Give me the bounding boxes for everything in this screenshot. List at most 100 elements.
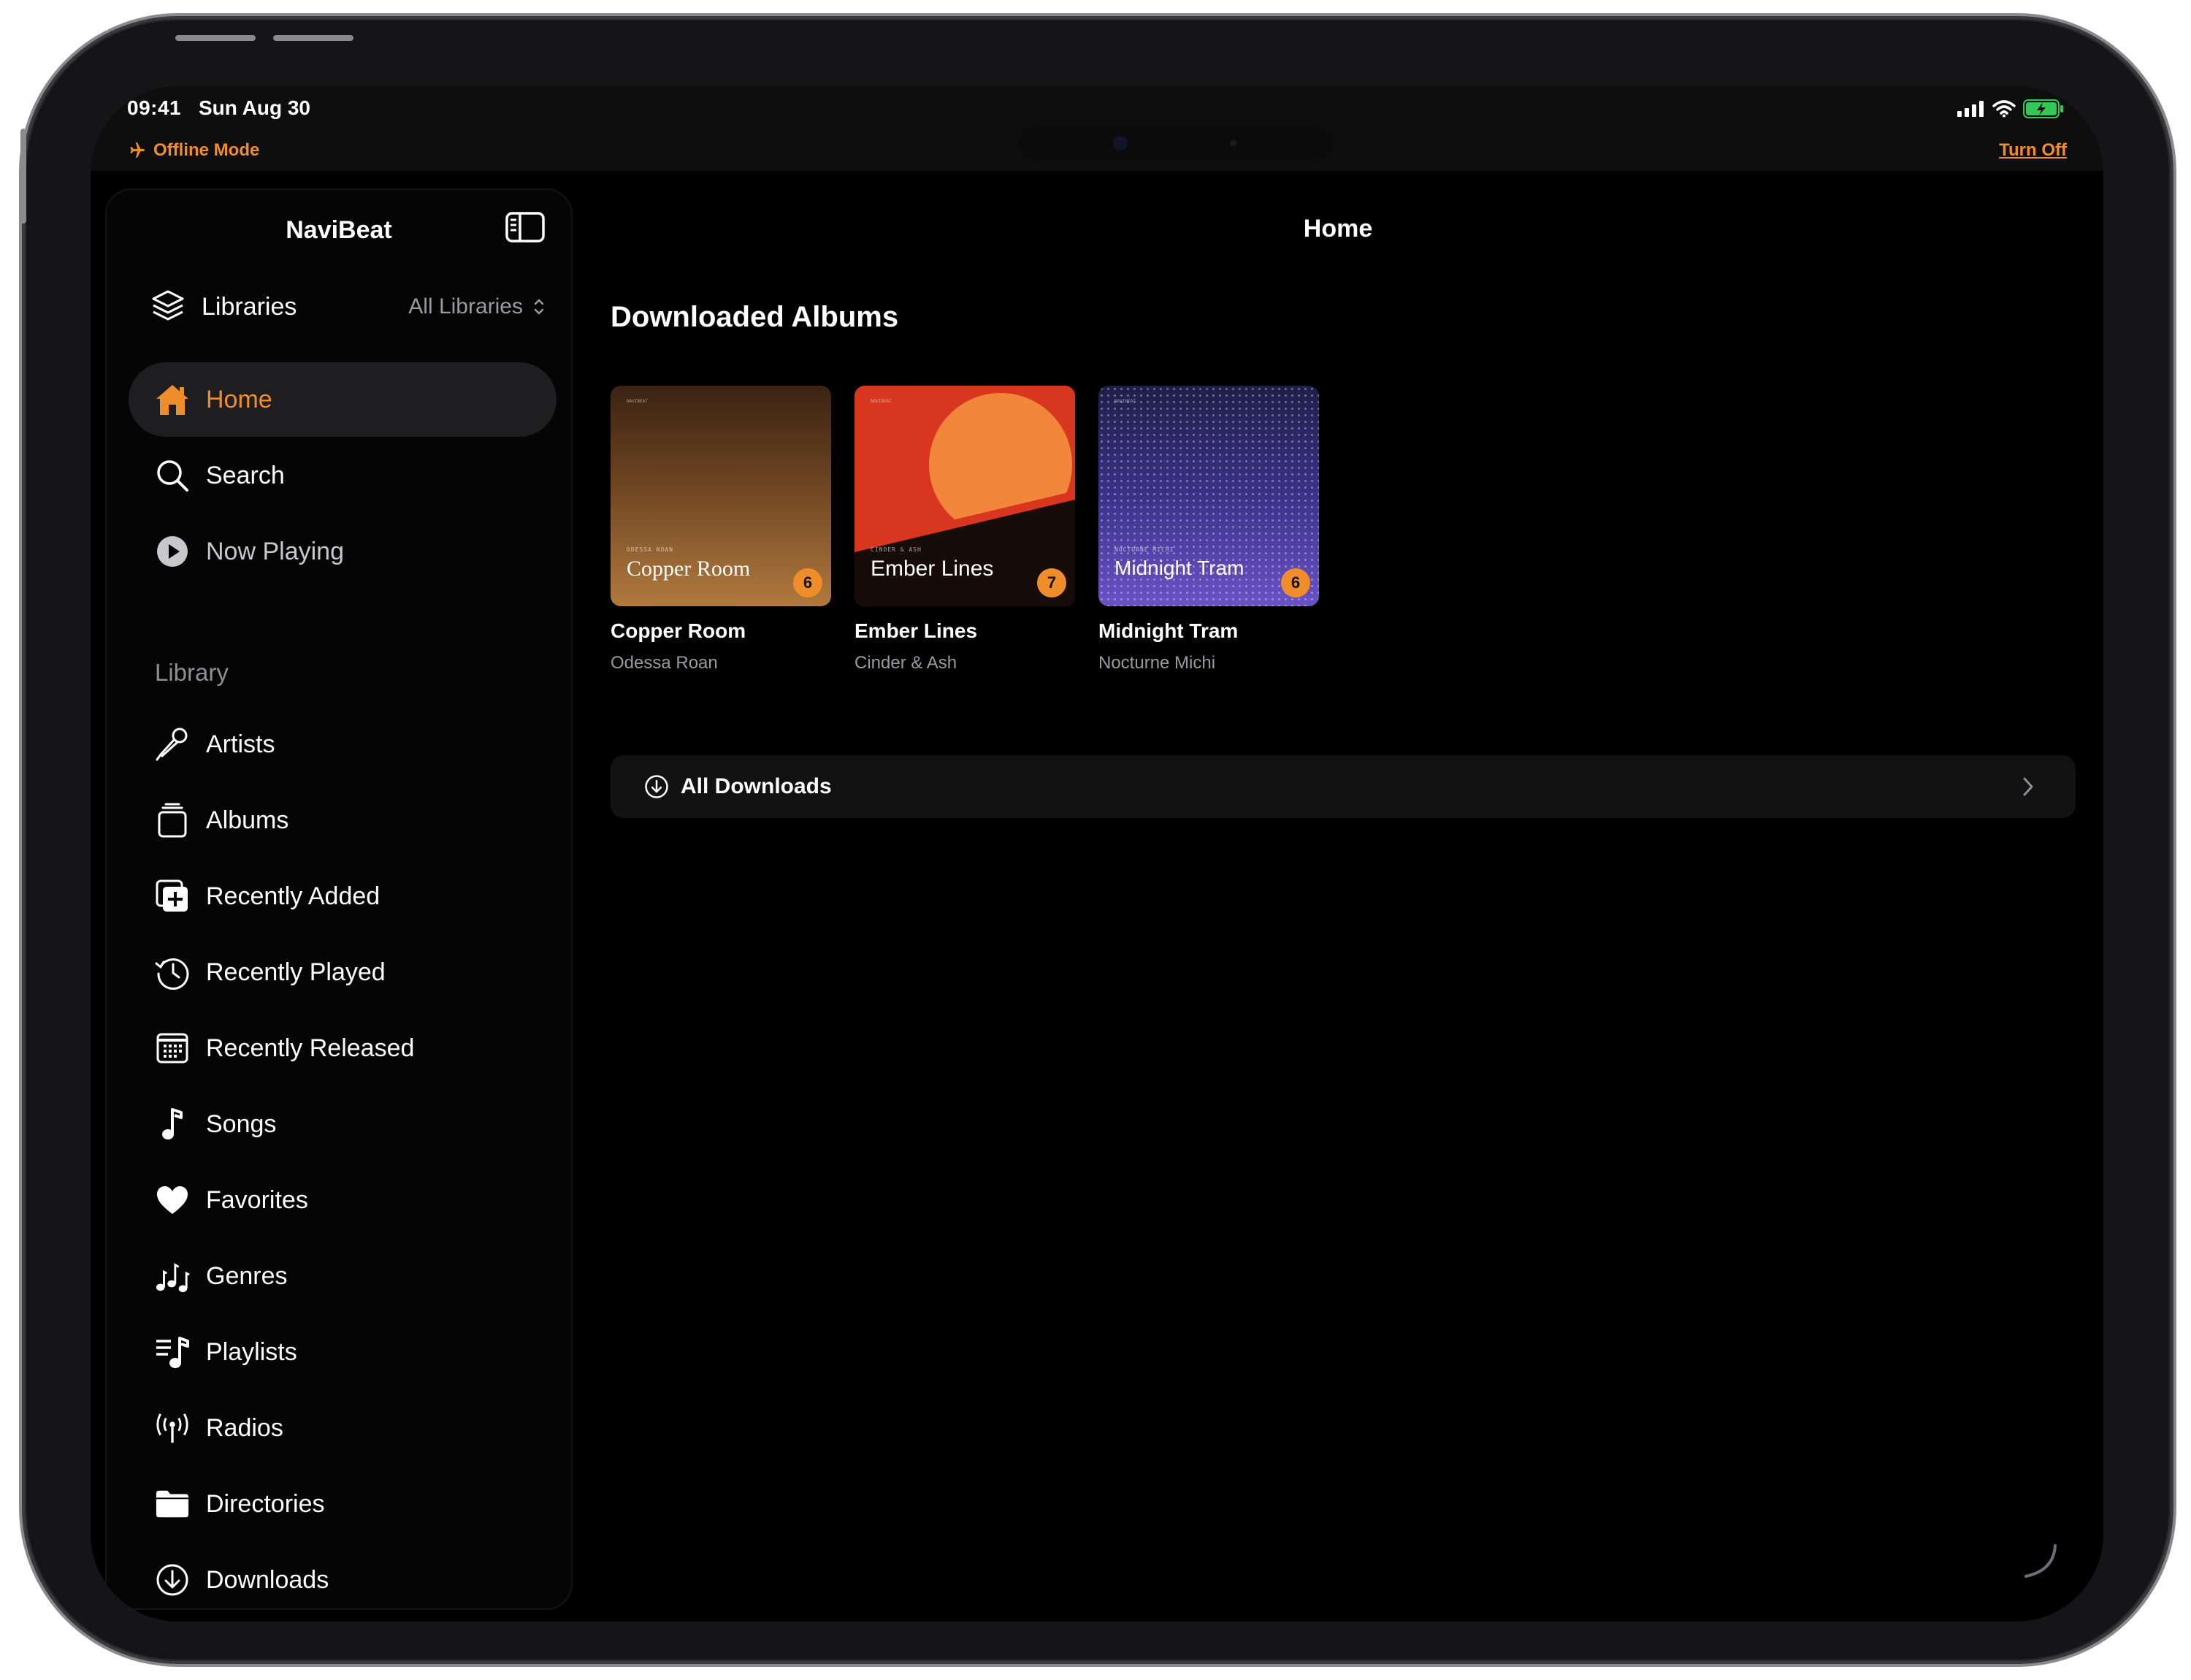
status-icons: [1957, 99, 2064, 118]
sidebar-item-label: Directories: [206, 1489, 325, 1518]
battery-charging-icon: [2023, 99, 2063, 118]
libraries-selected: All Libraries: [408, 294, 523, 318]
antenna-radio-icon: [155, 1410, 190, 1446]
downloaded-albums-header: Downloaded Albums: [611, 301, 899, 333]
album-title: Copper Room: [611, 619, 746, 642]
sidebar-item-label: Now Playing: [206, 537, 344, 565]
resize-corner-indicator: [2024, 1544, 2057, 1578]
album-artist: Nocturne Michi: [1098, 653, 1216, 673]
sidebar-item-albums[interactable]: Albums: [129, 783, 557, 858]
download-circle-icon: [155, 1562, 190, 1597]
cover-mark: NAVIBEAT: [871, 399, 892, 404]
album-title: Ember Lines: [854, 619, 978, 642]
album-artist: Cinder & Ash: [854, 653, 957, 673]
sidebar-item-label: Home: [206, 385, 272, 413]
sidebar-item-downloads[interactable]: Downloads: [129, 1543, 557, 1617]
sidebar-item-label: Songs: [206, 1110, 277, 1138]
sidebar-item-radios[interactable]: Radios: [129, 1391, 557, 1465]
chevron-right-icon: [2023, 777, 2033, 796]
download-circle-icon: [645, 775, 668, 798]
sidebar-item-label: Favorites: [206, 1185, 308, 1214]
cover-artist: CINDER & ASH: [871, 546, 922, 553]
sidebar-item-directories[interactable]: Directories: [129, 1467, 557, 1541]
camera-lens: [1113, 136, 1128, 150]
album-cover: NAVIBEAT ODESSA ROAN Copper Room 6: [611, 386, 831, 606]
album-artist: Odessa Roan: [611, 653, 718, 673]
sidebar-item-songs[interactable]: Songs: [129, 1087, 557, 1161]
sidebar-item-label: Albums: [206, 806, 289, 834]
music-notes-icon: [155, 1259, 190, 1294]
album-card[interactable]: NAVIBEAT CINDER & ASH Ember Lines 7 Embe…: [854, 386, 1075, 673]
plus-square-stack-icon: [155, 879, 190, 914]
volume-button: [273, 35, 353, 41]
album-title: Midnight Tram: [1098, 619, 1239, 642]
house-icon: [155, 382, 190, 417]
all-downloads-label: All Downloads: [681, 774, 832, 798]
wifi-icon: [1992, 100, 2016, 118]
album-cover: NAVIBEAT CINDER & ASH Ember Lines 7: [854, 386, 1075, 606]
sidebar-item-home[interactable]: Home: [129, 362, 557, 437]
album-card[interactable]: NAVIBEAT ODESSA ROAN Copper Room 6 Coppe…: [611, 386, 831, 673]
sidebar-item-label: Downloads: [206, 1565, 329, 1594]
heart-icon: [155, 1183, 190, 1218]
screen: 09:41 Sun Aug 30 Offline Mode Turn Off N…: [91, 86, 2103, 1622]
music-note-icon: [155, 1107, 190, 1142]
offline-mode-label: Offline Mode: [153, 140, 260, 160]
sidebar-item-playlists[interactable]: Playlists: [129, 1315, 557, 1389]
chevron-up-down-icon: [534, 299, 544, 315]
cover-artist: NOCTURNE MICHI: [1114, 546, 1174, 553]
libraries-selector[interactable]: Libraries All Libraries: [150, 285, 545, 329]
status-date: Sun Aug 30: [199, 96, 310, 119]
sidebar-item-genres[interactable]: Genres: [129, 1239, 557, 1313]
track-count-badge: 6: [793, 568, 822, 597]
app-title: NaviBeat: [286, 216, 392, 244]
sidebar: NaviBeat Libraries All Libraries Home Se…: [105, 188, 573, 1610]
cover-mark: NAVIBEAT: [627, 399, 648, 404]
sidebar-toggle-icon[interactable]: [505, 212, 545, 243]
history-clock-icon: [155, 955, 190, 990]
status-time: 09:41: [127, 96, 182, 119]
sidebar-item-label: Radios: [206, 1413, 283, 1442]
sidebar-item-label: Search: [206, 461, 285, 489]
sidebar-item-label: Artists: [206, 730, 275, 758]
magnifier-icon: [155, 458, 190, 493]
power-button: [20, 129, 26, 224]
microphone-icon: [155, 727, 190, 762]
page-title: Home: [1303, 215, 1373, 243]
layers-icon: [152, 290, 184, 321]
cover-mark: NAVIBEAT: [1114, 399, 1136, 404]
albums-stack-icon: [155, 803, 190, 838]
sidebar-item-search[interactable]: Search: [129, 438, 557, 513]
cellular-signal-icon: [1957, 101, 1984, 117]
sidebar-item-label: Recently Added: [206, 882, 381, 910]
cover-title: Midnight Tram: [1114, 557, 1244, 579]
music-list-icon: [155, 1335, 190, 1370]
volume-button: [175, 35, 256, 41]
sensor-dot: [1230, 140, 1237, 147]
sidebar-item-label: Playlists: [206, 1337, 297, 1366]
sidebar-item-now-playing[interactable]: Now Playing: [129, 514, 557, 589]
cover-title: Ember Lines: [871, 557, 994, 581]
track-count-badge: 6: [1281, 568, 1310, 597]
play-circle-icon: [155, 534, 190, 569]
cover-title: Copper Room: [627, 557, 751, 581]
front-camera: [1018, 127, 1332, 159]
sidebar-item-recently-added[interactable]: Recently Added: [129, 859, 557, 933]
libraries-value: All Libraries: [408, 294, 545, 319]
sidebar-item-recently-released[interactable]: Recently Released: [129, 1011, 557, 1085]
cover-artist: ODESSA ROAN: [627, 546, 673, 553]
libraries-label: Libraries: [202, 292, 297, 321]
sidebar-item-artists[interactable]: Artists: [129, 707, 557, 782]
folder-icon: [155, 1486, 190, 1521]
sidebar-item-favorites[interactable]: Favorites: [129, 1163, 557, 1237]
offline-mode-indicator: Offline Mode: [127, 140, 259, 161]
calendar-icon: [155, 1031, 190, 1066]
airplane-icon: [130, 142, 145, 158]
track-count-badge: 7: [1037, 568, 1066, 597]
all-downloads-row[interactable]: All Downloads: [611, 755, 2076, 818]
album-card[interactable]: NAVIBEAT NOCTURNE MICHI Midnight Tram 6 …: [1098, 386, 1319, 673]
turn-off-offline-button[interactable]: Turn Off: [1999, 140, 2067, 161]
sidebar-item-recently-played[interactable]: Recently Played: [129, 935, 557, 1009]
library-section-header: Library: [155, 659, 229, 686]
sidebar-item-label: Genres: [206, 1261, 288, 1290]
